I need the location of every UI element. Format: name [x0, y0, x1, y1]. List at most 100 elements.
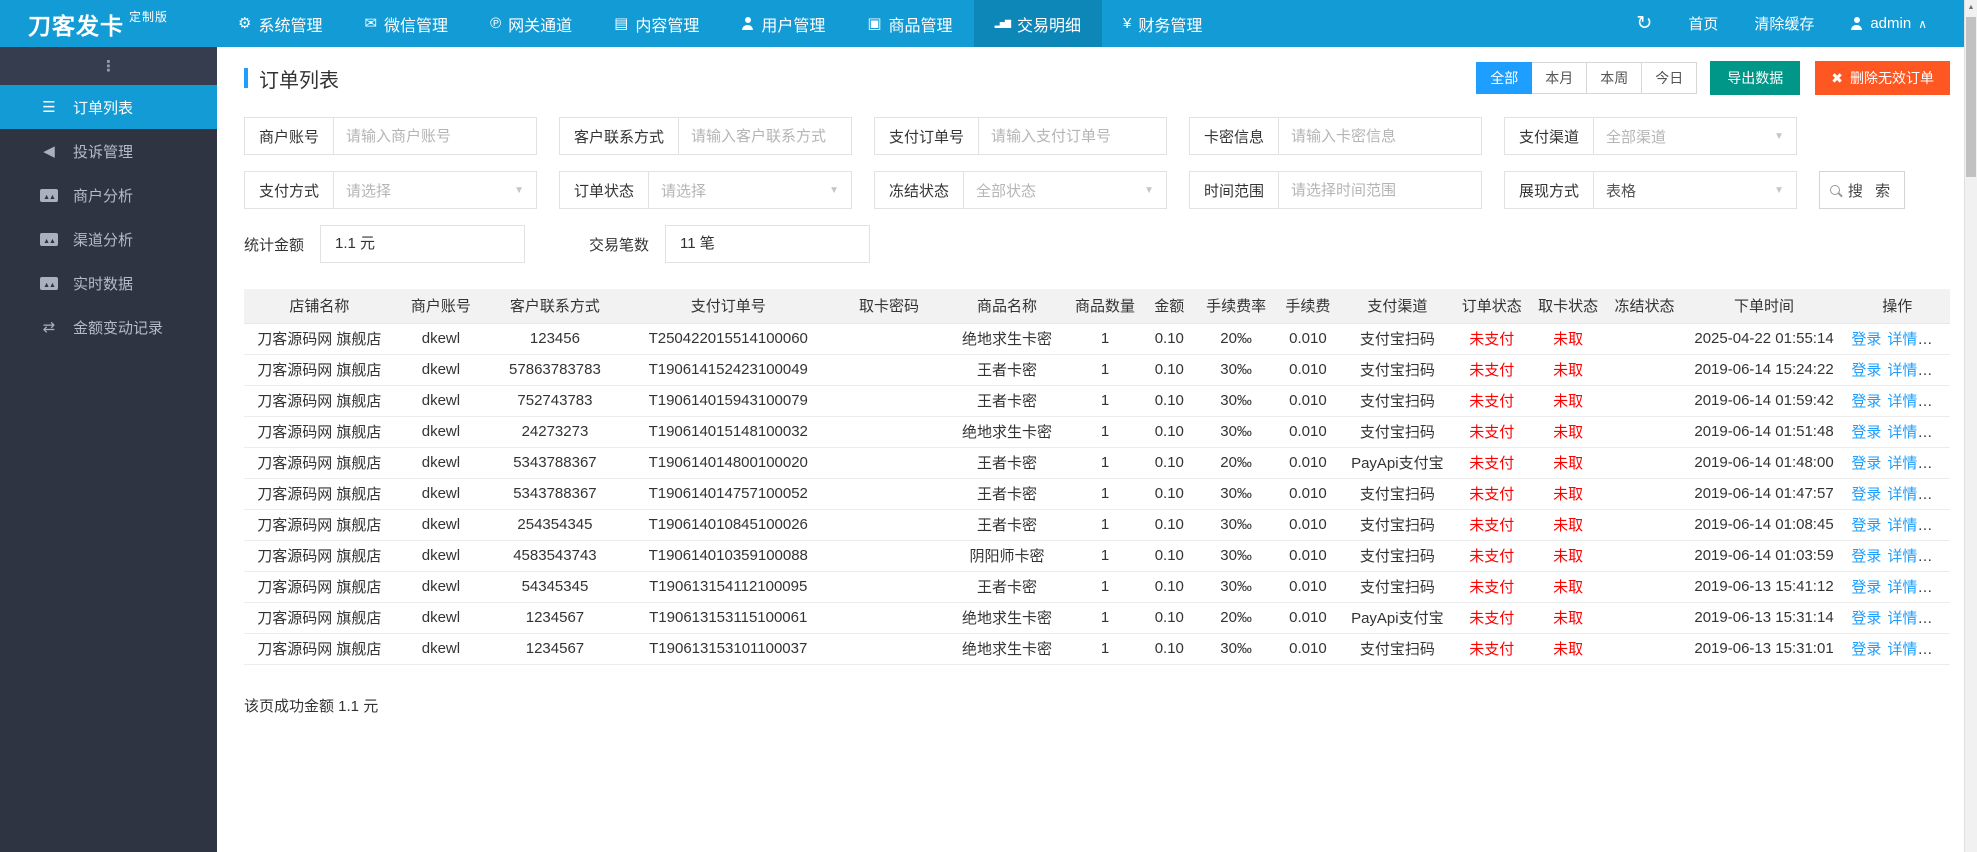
- login-link[interactable]: 登录: [1851, 331, 1881, 348]
- sidebar-item-4[interactable]: ▲▲ 渠道分析: [0, 217, 217, 261]
- ellipsis-icon: ⋮: [101, 58, 116, 75]
- detail-link[interactable]: 详情: [1887, 641, 1917, 658]
- sidebar-menu: ☰ 订单列表 ◀ 投诉管理 ▲▲ 商户分析 ▲▲ 渠道分析 ▲▲ 实时数据 ⇄ 金额变动记录: [0, 85, 217, 349]
- nav-item-label: 微信管理: [384, 17, 449, 35]
- nav-item-5[interactable]: 用户管理: [720, 0, 846, 47]
- range-tab-4[interactable]: 今日: [1641, 62, 1698, 94]
- filter-input[interactable]: [334, 127, 536, 145]
- detail-link[interactable]: 详情: [1887, 517, 1917, 534]
- chevron-down-icon: ▼: [1144, 184, 1154, 196]
- range-tab-1[interactable]: 全部: [1476, 62, 1533, 94]
- login-link[interactable]: 登录: [1851, 610, 1881, 627]
- filter-label: 支付渠道: [1505, 118, 1595, 154]
- refresh-button[interactable]: ↻: [1636, 14, 1652, 33]
- login-link[interactable]: 登录: [1851, 362, 1881, 379]
- sidebar-item-2[interactable]: ◀ 投诉管理: [0, 129, 217, 173]
- scroll-up-icon[interactable]: ▲: [1965, 0, 1977, 15]
- login-link[interactable]: 登录: [1851, 455, 1881, 472]
- chart-chip-icon: ▲▲: [40, 276, 58, 290]
- home-link[interactable]: 首页: [1688, 13, 1718, 34]
- title-accent-bar: [244, 68, 248, 88]
- sidebar-item-1[interactable]: ☰ 订单列表: [0, 85, 217, 129]
- sidebar-item-3[interactable]: ▲▲ 商户分析: [0, 173, 217, 217]
- table-cell: 绝地求生卡密: [944, 602, 1070, 634]
- filter-input[interactable]: [979, 127, 1166, 145]
- actions-cell: 登录详情删除: [1844, 509, 1950, 541]
- detail-link[interactable]: 详情: [1887, 610, 1917, 627]
- nav-item-3[interactable]: ℗ 网关通道: [469, 0, 593, 47]
- delete-invalid-orders-button[interactable]: ✖ 删除无效订单: [1815, 61, 1950, 95]
- nav-item-8[interactable]: ¥ 财务管理: [1102, 0, 1223, 47]
- table-cell: 未取: [1530, 416, 1606, 448]
- nav-item-7[interactable]: ▂▅▇ 交易明细: [973, 0, 1103, 47]
- table-cell: 刀客源码网 旗舰店: [244, 354, 395, 386]
- range-tab-3[interactable]: 本周: [1586, 62, 1643, 94]
- table-cell: 1: [1069, 354, 1141, 386]
- login-link[interactable]: 登录: [1851, 517, 1881, 534]
- filter-select[interactable]: 全部状态 ▼: [964, 180, 1166, 201]
- filter-group: 商户账号: [244, 117, 537, 155]
- scrollbar-thumb[interactable]: [1966, 17, 1976, 177]
- table-cell: T190614015943100079: [622, 385, 834, 417]
- table-cell: 支付宝扫码: [1342, 385, 1453, 417]
- nav-item-2[interactable]: ✉ 微信管理: [343, 0, 469, 47]
- browser-scrollbar[interactable]: ▲: [1964, 0, 1977, 852]
- detail-link[interactable]: 详情: [1887, 331, 1917, 348]
- table-cell: 未支付: [1452, 602, 1531, 634]
- range-tab-2[interactable]: 本月: [1531, 62, 1588, 94]
- column-header: 客户联系方式: [487, 289, 623, 324]
- clear-cache-link[interactable]: 清除缓存: [1754, 13, 1814, 34]
- sidebar-collapse-toggle[interactable]: ⋮: [0, 47, 217, 85]
- export-data-button[interactable]: 导出数据: [1710, 61, 1801, 95]
- megaphone-icon: ◀: [43, 142, 55, 160]
- nav-item-4[interactable]: ▤ 内容管理: [593, 0, 720, 47]
- nav-item-1[interactable]: ⚙ 系统管理: [217, 0, 343, 47]
- table-cell: 支付宝扫码: [1342, 540, 1453, 572]
- sidebar-item-6[interactable]: ⇄ 金额变动记录: [0, 305, 217, 349]
- nav-item-6[interactable]: ▣ 商品管理: [846, 0, 973, 47]
- filter-input[interactable]: [679, 127, 851, 145]
- login-link[interactable]: 登录: [1851, 424, 1881, 441]
- table-cell: 1: [1069, 323, 1141, 355]
- table-cell: 未支付: [1452, 354, 1531, 386]
- detail-link[interactable]: 详情: [1887, 486, 1917, 503]
- filter-select-value: 请选择: [661, 182, 707, 200]
- filter-select[interactable]: 请选择 ▼: [334, 180, 536, 201]
- sidebar-item-5[interactable]: ▲▲ 实时数据: [0, 261, 217, 305]
- detail-link[interactable]: 详情: [1887, 548, 1917, 565]
- login-link[interactable]: 登录: [1851, 641, 1881, 658]
- table-cell: T190614014800100020: [622, 447, 834, 479]
- user-icon: [741, 17, 754, 30]
- filter-select[interactable]: 请选择 ▼: [649, 180, 851, 201]
- login-link[interactable]: 登录: [1851, 393, 1881, 410]
- table-cell: 0.010: [1273, 571, 1343, 603]
- table-cell: 30‰: [1198, 385, 1274, 417]
- table-cell: dkewl: [394, 571, 488, 603]
- login-link[interactable]: 登录: [1851, 486, 1881, 503]
- table-cell: 支付宝扫码: [1342, 571, 1453, 603]
- orders-table: 店铺名称 商户账号 客户联系方式 支付订单号 取卡密码 商品名称 商品数量 金额 手续费率 手续费…: [244, 289, 1950, 665]
- filter-input[interactable]: [1279, 181, 1481, 199]
- login-link[interactable]: 登录: [1851, 579, 1881, 596]
- table-cell: 0.10: [1140, 478, 1199, 510]
- detail-link[interactable]: 详情: [1887, 455, 1917, 472]
- detail-link[interactable]: 详情: [1887, 393, 1917, 410]
- search-button[interactable]: 搜 索: [1819, 171, 1905, 209]
- table-cell: [1605, 354, 1684, 386]
- table-cell: 支付宝扫码: [1342, 509, 1453, 541]
- filter-input[interactable]: [1279, 127, 1481, 145]
- detail-link[interactable]: 详情: [1887, 424, 1917, 441]
- filter-group: 支付方式 请选择 ▼: [244, 171, 537, 209]
- x-icon: ✖: [1831, 69, 1843, 86]
- user-menu[interactable]: admin ∧: [1850, 15, 1927, 32]
- table-cell: 0.010: [1273, 602, 1343, 634]
- detail-link[interactable]: 详情: [1887, 362, 1917, 379]
- filter-select[interactable]: 表格 ▼: [1594, 180, 1796, 201]
- chart-chip-icon: ▲▲: [40, 232, 58, 246]
- top-navbar: 刀客发卡 定制版 ⚙ 系统管理 ✉ 微信管理 ℗ 网关通道 ▤ 内容管理 用户管理 ▣ 商品管理 ▂▅…: [0, 0, 1977, 47]
- filter-select[interactable]: 全部渠道 ▼: [1594, 126, 1796, 147]
- table-cell: T190614015148100032: [622, 416, 834, 448]
- table-cell: 30‰: [1198, 354, 1274, 386]
- login-link[interactable]: 登录: [1851, 548, 1881, 565]
- detail-link[interactable]: 详情: [1887, 579, 1917, 596]
